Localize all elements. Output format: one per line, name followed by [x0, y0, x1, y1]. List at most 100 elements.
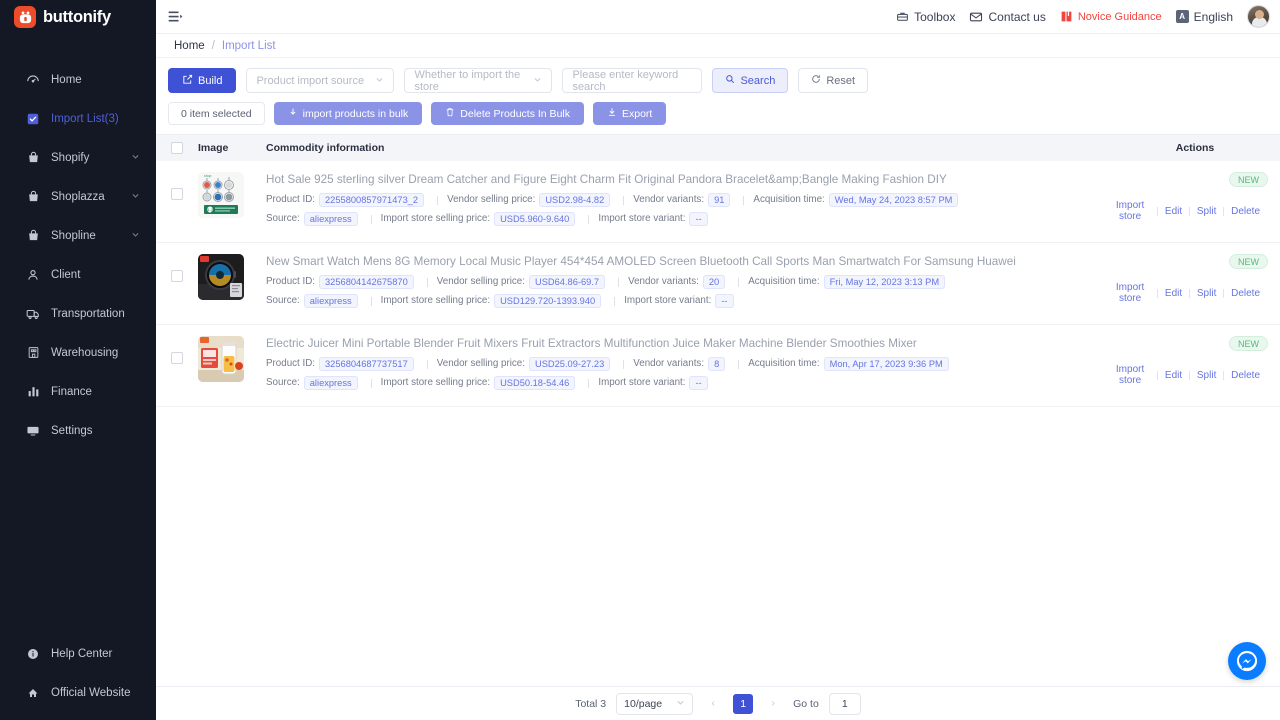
chevron-down-icon [131, 230, 140, 242]
smartwatch-thumbnail[interactable] [198, 254, 244, 300]
brand[interactable]: buttonify [0, 0, 156, 34]
status-badge: NEW [1229, 172, 1268, 187]
sidebar-item-client[interactable]: Client [0, 255, 156, 294]
reset-button[interactable]: Reset [798, 68, 869, 93]
vendor-variants-value: 20 [702, 275, 726, 289]
juicer-blender-thumbnail[interactable] [198, 336, 244, 382]
brand-name: buttonify [43, 7, 111, 26]
source-value: aliexpress [303, 294, 358, 308]
meta-divider [614, 296, 616, 306]
row-actions-cell: NEW Import store Edit Split Delete [1110, 172, 1280, 222]
split-action[interactable]: Split [1197, 288, 1216, 299]
product-title[interactable]: New Smart Watch Mens 8G Memory Local Mus… [266, 254, 1110, 269]
vendor-variants-label: Vendor variants: [628, 276, 699, 287]
vendor-price-label: Vendor selling price: [436, 358, 525, 369]
product-meta-line-2: Source: aliexpress Import store selling … [266, 294, 1110, 308]
search-icon [725, 74, 735, 87]
meta-divider [618, 277, 620, 287]
edit-action[interactable]: Edit [1165, 206, 1182, 217]
action-divider [1189, 288, 1190, 298]
chevron-down-icon [375, 75, 384, 86]
bulk-action-toolbar: 0 item selected import products in bulk [156, 93, 1280, 134]
messenger-chat-button[interactable] [1228, 642, 1266, 680]
export-button[interactable]: Export [593, 102, 667, 125]
vendor-variants-value: 8 [708, 357, 726, 371]
delete-action[interactable]: Delete [1231, 206, 1260, 217]
import-price-label: Import store selling price: [380, 295, 491, 306]
avatar[interactable] [1247, 5, 1270, 28]
breadcrumb-home[interactable]: Home [174, 40, 205, 52]
import-store-action[interactable]: Import store [1110, 200, 1150, 222]
export-label: Export [622, 107, 653, 120]
sidebar-item-import-list[interactable]: Import List(3) [0, 99, 156, 138]
sidebar-item-shopline[interactable]: Shopline [0, 216, 156, 255]
product-meta-line-2: Source: aliexpress Import store selling … [266, 212, 1110, 226]
breadcrumb-current[interactable]: Import List [222, 40, 276, 52]
select-all-checkbox[interactable] [171, 142, 183, 154]
selected-count-chip: 0 item selected [168, 102, 265, 125]
row-info-cell: New Smart Watch Mens 8G Memory Local Mus… [260, 254, 1110, 313]
delete-action[interactable]: Delete [1231, 288, 1260, 299]
export-icon [607, 107, 617, 120]
source-label: Source: [266, 295, 300, 306]
import-store-action[interactable]: Import store [1110, 364, 1150, 386]
product-import-source-select[interactable]: Product import source [246, 68, 395, 93]
bag-icon [25, 228, 41, 244]
sidebar-item-settings[interactable]: Settings [0, 411, 156, 450]
action-divider [1157, 206, 1158, 216]
edit-action[interactable]: Edit [1165, 288, 1182, 299]
acquisition-time-value: Mon, Apr 17, 2023 9:36 PM [823, 357, 949, 371]
import-products-bulk-button[interactable]: import products in bulk [273, 102, 423, 125]
delete-action[interactable]: Delete [1231, 370, 1260, 381]
row-checkbox[interactable] [171, 352, 183, 364]
page-number-1[interactable]: 1 [733, 693, 754, 714]
page-size-select[interactable]: 10/page [616, 692, 694, 715]
next-page-button[interactable]: › [763, 694, 783, 714]
jewelry-charms-thumbnail[interactable]: 9-2 shop [198, 172, 244, 218]
import-price-value: USD5.960-9.640 [494, 212, 576, 226]
sidebar-item-transportation[interactable]: Transportation [0, 294, 156, 333]
info-circle-icon [25, 646, 41, 662]
goto-page-input[interactable]: 1 [828, 692, 861, 715]
language-selector[interactable]: A English [1175, 10, 1233, 24]
sidebar-item-shopify[interactable]: Shopify [0, 138, 156, 177]
breadcrumb: Home / Import List [156, 34, 1280, 58]
product-title[interactable]: Hot Sale 925 sterling silver Dream Catch… [266, 172, 1110, 187]
sidebar-item-shoplazza[interactable]: Shoplazza [0, 177, 156, 216]
truck-icon [25, 306, 41, 322]
sidebar-item-official-website[interactable]: Official Website [0, 673, 156, 712]
keyword-search-input[interactable]: Please enter keyword search [562, 68, 703, 93]
contact-us-link[interactable]: Contact us [969, 10, 1046, 24]
toolbox-link[interactable]: Toolbox [896, 10, 955, 24]
sidebar-bottom-nav: Help Center Official Website [0, 634, 156, 720]
novice-guidance-link[interactable]: Novice Guidance [1060, 10, 1162, 23]
row-checkbox[interactable] [171, 270, 183, 282]
meta-divider [738, 359, 740, 369]
product-title[interactable]: Electric Juicer Mini Portable Blender Fr… [266, 336, 1110, 351]
svg-text:shop: shop [204, 174, 211, 178]
meta-divider [426, 359, 428, 369]
search-button[interactable]: Search [712, 68, 789, 93]
split-action[interactable]: Split [1197, 206, 1216, 217]
import-store-action[interactable]: Import store [1110, 282, 1150, 304]
split-action[interactable]: Split [1197, 370, 1216, 381]
row-checkbox[interactable] [171, 188, 183, 200]
column-header-image: Image [198, 142, 229, 154]
sidebar-item-warehousing[interactable]: Warehousing [0, 333, 156, 372]
delete-products-bulk-button[interactable]: Delete Products In Bulk [431, 102, 584, 125]
sidebar-item-help-center[interactable]: Help Center [0, 634, 156, 673]
action-divider [1189, 206, 1190, 216]
prev-page-button[interactable]: ‹ [703, 694, 723, 714]
import-store-select[interactable]: Whether to import the store [404, 68, 553, 93]
edit-action[interactable]: Edit [1165, 370, 1182, 381]
action-divider [1157, 370, 1158, 380]
chevron-down-icon [131, 152, 140, 164]
translate-icon: A [1175, 10, 1189, 23]
chevron-down-icon [131, 191, 140, 203]
hamburger-icon[interactable] [168, 10, 184, 24]
build-button[interactable]: Build [168, 68, 237, 93]
sidebar-item-home[interactable]: Home [0, 60, 156, 99]
sidebar-item-finance[interactable]: Finance [0, 372, 156, 411]
vendor-price-value: USD2.98-4.82 [539, 193, 611, 207]
status-badge: NEW [1229, 336, 1268, 351]
